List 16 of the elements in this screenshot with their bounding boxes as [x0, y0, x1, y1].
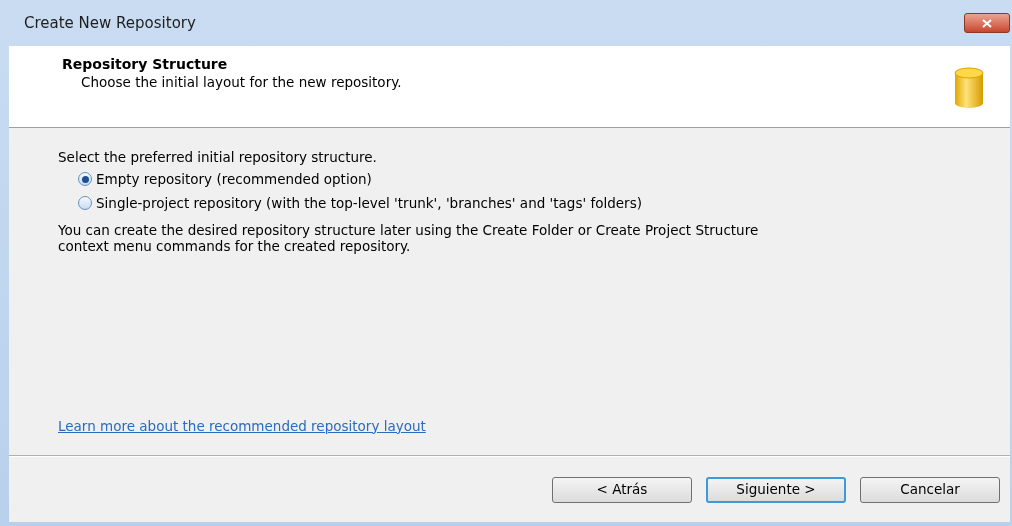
close-icon	[982, 18, 992, 28]
radio-option[interactable]: Empty repository (recommended option)	[78, 170, 990, 188]
radio-button[interactable]	[78, 196, 92, 210]
note-text: You can create the desired repository structure later using the Create Folder or Create Project Structure context menu commands for the created repository.	[58, 222, 760, 254]
radio-option[interactable]: Single-project repository (with the top-level 'trunk', 'branches' and 'tags' folders)	[78, 194, 990, 212]
close-button[interactable]	[964, 13, 1010, 33]
prompt-text: Select the preferred initial repository structure.	[58, 148, 378, 166]
header-title: Repository Structure	[62, 55, 229, 73]
header-subtitle: Choose the initial layout for the new repository.	[81, 73, 402, 91]
learn-more-link[interactable]: Learn more about the recommended repository layout	[58, 415, 426, 436]
dialog-button[interactable]: < Atrás	[552, 476, 692, 503]
window-title: Create New Repository	[24, 12, 196, 34]
dialog-button[interactable]: Cancelar	[860, 476, 1000, 503]
database-icon	[954, 67, 984, 109]
dialog-button[interactable]: Siguiente >	[706, 476, 846, 503]
radio-button[interactable]	[78, 172, 92, 186]
